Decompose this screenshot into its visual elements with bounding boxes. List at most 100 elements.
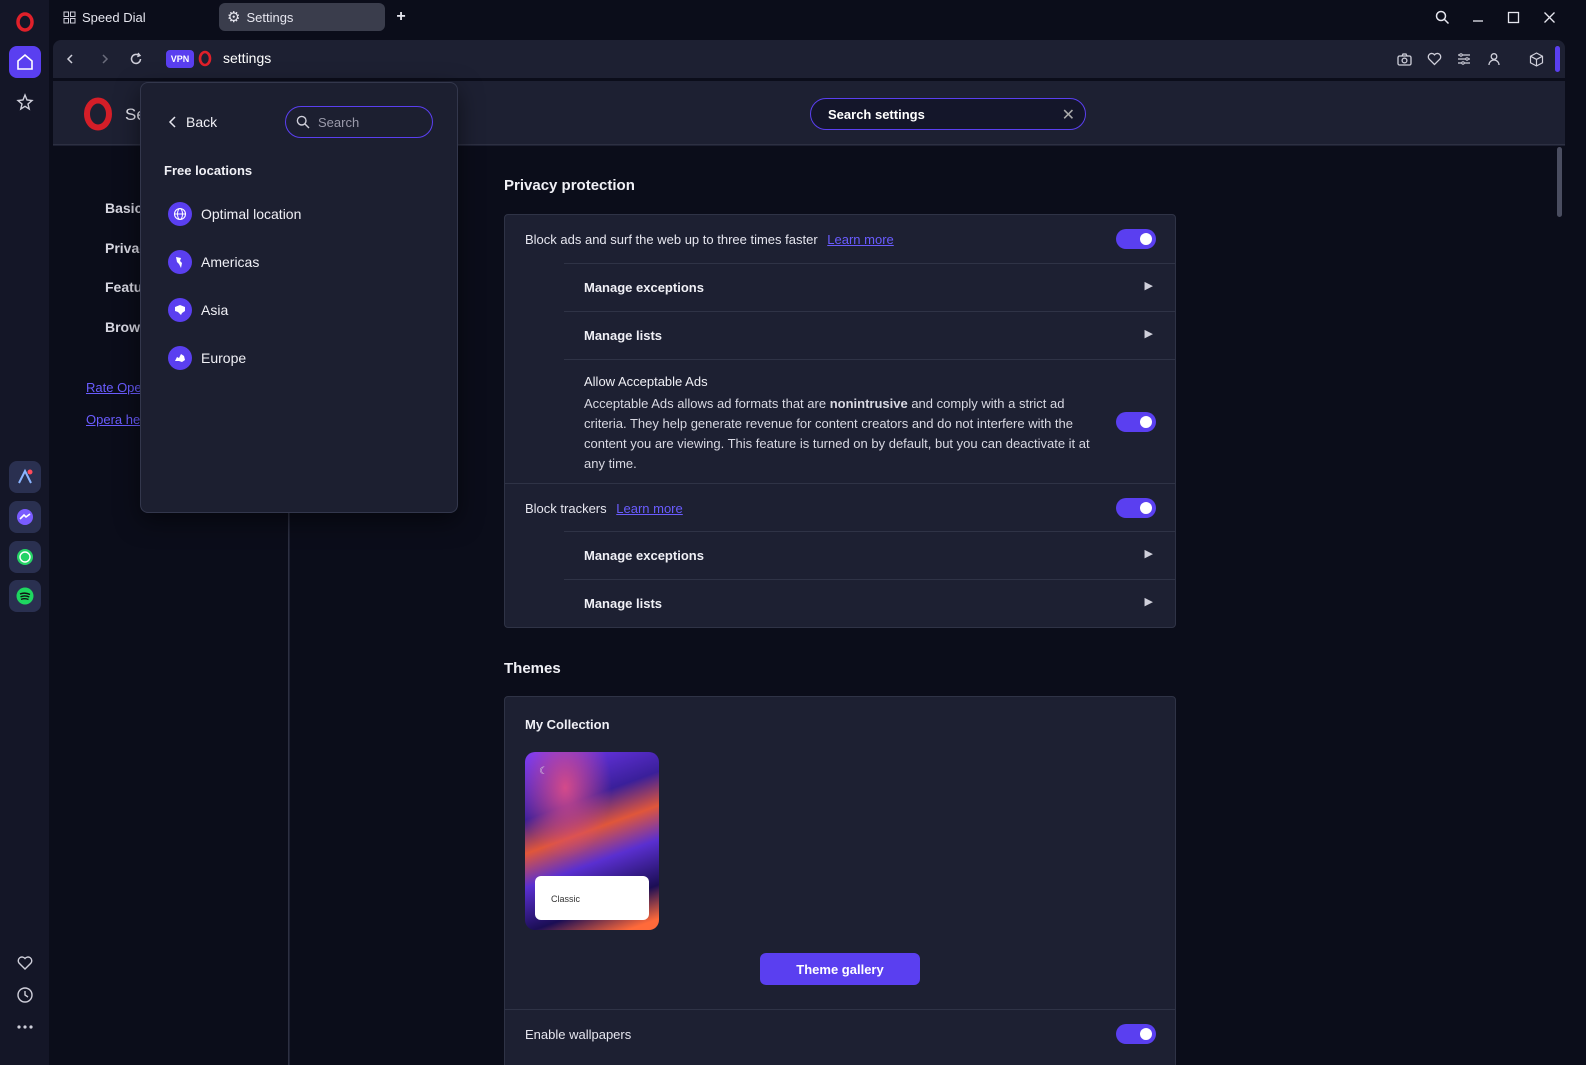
themes-section-title: Themes [504,660,561,677]
location-label: Asia [201,302,229,318]
spotify-icon[interactable] [9,580,41,612]
left-sidebar [0,0,49,1065]
europe-icon [168,346,192,370]
popup-back-button[interactable]: Back [168,114,217,130]
extensions-icon[interactable] [1525,48,1547,70]
forward-icon[interactable] [94,48,116,70]
learn-more-link[interactable]: Learn more [827,232,893,247]
rate-opera-link[interactable]: Rate Ope [86,380,142,395]
popup-search-placeholder: Search [318,114,360,130]
page-scrollbar[interactable] [1557,147,1562,217]
address-bar: VPN settings [53,40,1565,78]
close-icon[interactable] [1537,6,1561,28]
vpn-button[interactable]: VPN [166,50,194,68]
desc-bold: nonintrusive [829,396,908,411]
block-ads-toggle[interactable] [1116,229,1156,249]
wallpapers-row: Enable wallpapers [505,1009,1175,1057]
search-settings-value: Search settings [828,106,925,122]
whatsapp-icon[interactable] [9,541,41,573]
trackers-manage-exceptions-row[interactable]: Manage exceptions ▶ [564,531,1175,579]
nav-item-basic[interactable]: Basic [105,200,142,216]
block-ads-row: Block ads and surf the web up to three t… [525,232,894,247]
tab-label: Settings [246,9,294,25]
wallpapers-label: Enable wallpapers [525,1027,632,1042]
search-settings-input[interactable]: Search settings ✕ [810,98,1086,130]
aria-icon[interactable] [9,461,41,493]
block-trackers-toggle[interactable] [1116,498,1156,518]
theme-gallery-button[interactable]: Theme gallery [760,953,920,985]
tab-bar: Speed Dial ⚙ Settings + [49,0,1586,34]
americas-icon [168,250,192,274]
easy-setup-icon[interactable] [1453,48,1475,70]
theme-thumbnail-classic[interactable]: ☾ Classic [525,752,659,930]
new-tab-button[interactable]: + [391,3,411,31]
asia-icon [168,298,192,322]
messenger-icon[interactable] [9,501,41,533]
location-optimal[interactable]: Optimal location [168,201,301,227]
tab-speed-dial[interactable]: Speed Dial [55,3,215,31]
camera-icon[interactable] [1393,48,1415,70]
acceptable-ads-toggle[interactable] [1116,412,1156,432]
search-icon [296,115,310,129]
location-europe[interactable]: Europe [168,345,246,371]
trackers-manage-lists-row[interactable]: Manage lists ▶ [564,579,1175,627]
grid-icon [63,11,76,23]
privacy-section-title: Privacy protection [504,177,635,194]
chevron-right-icon: ▶ [1144,280,1153,292]
acceptable-ads-description: Acceptable Ads allows ad formats that ar… [584,394,1090,474]
globe-icon [168,202,192,226]
my-collection-title: My Collection [525,717,610,732]
home-icon[interactable] [9,46,41,78]
tab-label: Speed Dial [82,9,146,25]
opera-page-icon [198,50,212,70]
manage-lists-row[interactable]: Manage lists ▶ [564,311,1175,359]
maximize-icon[interactable] [1501,6,1525,28]
location-label: Americas [201,254,260,270]
block-trackers-row: Block trackers Learn more [505,483,1175,531]
chevron-right-icon: ▶ [1144,548,1153,560]
manage-exceptions-label: Manage exceptions [584,548,704,563]
favorite-icon[interactable] [1423,48,1445,70]
learn-more-link[interactable]: Learn more [616,501,682,516]
opera-logo-icon[interactable] [9,6,41,38]
chevron-right-icon: ▶ [1144,596,1153,608]
sidebar-handle[interactable] [1555,46,1560,72]
profile-icon[interactable] [1483,48,1505,70]
url-field[interactable]: settings [223,50,271,66]
chevron-left-icon [168,116,176,128]
block-trackers-label: Block trackers [525,501,607,516]
location-asia[interactable]: Asia [168,297,228,323]
tab-settings[interactable]: ⚙ Settings [219,3,385,31]
manage-exceptions-label: Manage exceptions [584,280,704,295]
more-icon[interactable] [9,1011,41,1043]
minimize-icon[interactable] [1466,6,1490,28]
clear-search-icon[interactable]: ✕ [1062,105,1075,125]
plus-icon: + [396,8,406,25]
location-label: Europe [201,350,247,366]
themes-card: My Collection ☾ Classic Theme gallery En… [504,696,1176,1065]
back-icon[interactable] [59,48,81,70]
heart-icon[interactable] [9,947,41,979]
vpn-location-popup: Back Search Free locations Optimal locat… [140,82,458,513]
acceptable-ads-row: Allow Acceptable Ads Acceptable Ads allo… [564,359,1175,483]
popup-search-input[interactable]: Search [285,106,433,138]
search-tabs-icon[interactable] [1430,6,1454,28]
manage-lists-label: Manage lists [584,596,663,611]
block-ads-label: Block ads and surf the web up to three t… [525,232,818,247]
reload-icon[interactable] [125,48,147,70]
opera-logo-icon [83,97,113,134]
moon-icon: ☾ [539,766,548,777]
wallpapers-toggle[interactable] [1116,1024,1156,1044]
star-icon[interactable] [9,86,41,118]
history-icon[interactable] [9,979,41,1011]
back-label: Back [186,114,218,130]
manage-lists-label: Manage lists [584,328,663,343]
nav-item-features[interactable]: Featu [105,279,142,295]
chevron-right-icon: ▶ [1144,328,1153,340]
manage-exceptions-row[interactable]: Manage exceptions ▶ [564,263,1175,311]
location-americas[interactable]: Americas [168,249,259,275]
opera-help-link[interactable]: Opera he [86,412,140,427]
block-trackers-text: Block trackers Learn more [525,501,683,516]
privacy-card: Block ads and surf the web up to three t… [504,214,1176,628]
free-locations-title: Free locations [164,163,253,178]
